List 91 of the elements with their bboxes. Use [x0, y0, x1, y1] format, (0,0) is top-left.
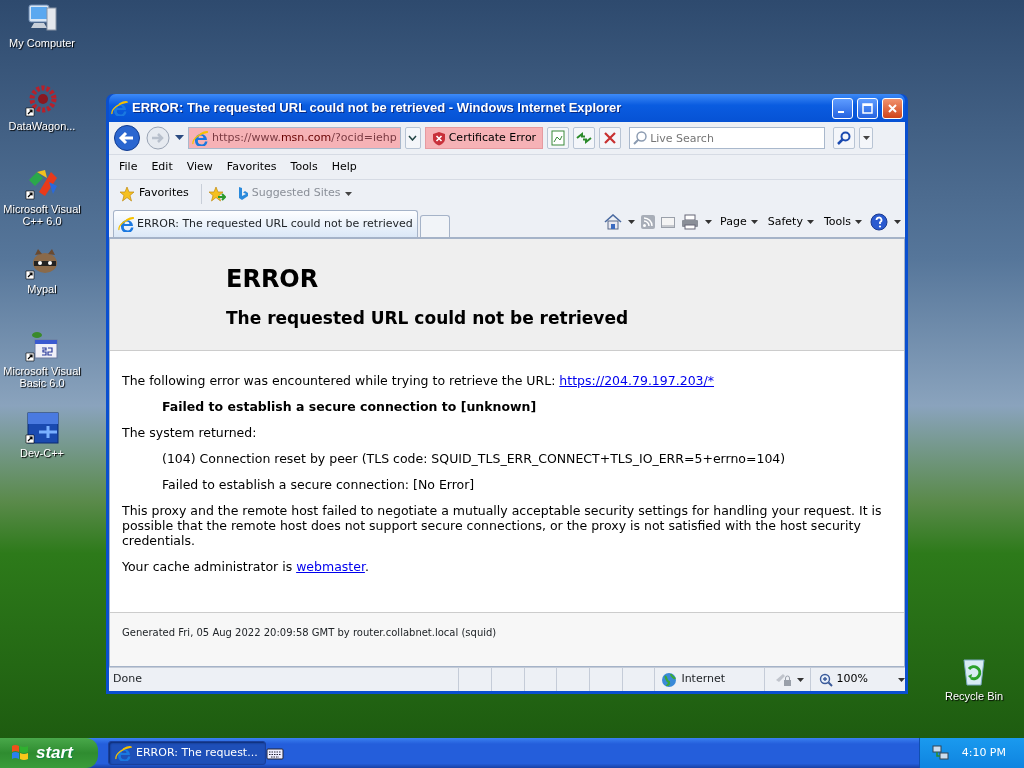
- page-picture-icon: [550, 130, 567, 146]
- desktop-icon-label[interactable]: Microsoft Visual C++ 6.0: [0, 203, 84, 227]
- close-button[interactable]: [882, 97, 903, 119]
- dropdown-caret-icon[interactable]: [175, 135, 184, 141]
- maximize-button[interactable]: [857, 97, 878, 119]
- error-detail: (104) Connection reset by peer (TLS code: SQUID_TLS_ERR_CONNECT+TLS_IO_ERR=5+errno=104): [162, 451, 787, 467]
- taskbar-window-button[interactable]: ERROR: The request...: [108, 741, 266, 765]
- certificate-error-button[interactable]: Certificate Error: [424, 127, 544, 149]
- search-button[interactable]: [833, 127, 856, 149]
- raccoon-icon[interactable]: [25, 248, 59, 280]
- error-detail: Failed to establish a secure connection: [No Error]: [162, 477, 476, 493]
- command-menu-button[interactable]: Tools: [821, 212, 864, 232]
- desktop-icon-label[interactable]: My Computer: [9, 37, 75, 49]
- dropdown-caret-icon: [862, 136, 870, 140]
- dropdown-caret-icon[interactable]: [796, 677, 804, 682]
- colored-blocks-icon[interactable]: [25, 168, 59, 200]
- refresh-button[interactable]: [573, 127, 596, 149]
- favorites-button[interactable]: Favorites: [113, 183, 195, 204]
- dev-logo-icon[interactable]: [25, 412, 59, 444]
- ie-page-icon: [192, 130, 208, 146]
- windows-flag-icon: [10, 743, 30, 763]
- menu-item[interactable]: Help: [325, 156, 363, 178]
- address-dropdown-button[interactable]: [404, 127, 421, 149]
- browser-tab[interactable]: ERROR: The requested URL could not be retrieved: [113, 210, 418, 237]
- start-button[interactable]: start: [0, 738, 98, 768]
- add-favorite-star-icon[interactable]: [207, 185, 226, 202]
- globe-icon: [661, 671, 678, 688]
- menu-item[interactable]: Edit: [145, 156, 179, 178]
- compatibility-view-button[interactable]: [547, 127, 570, 149]
- paragraph: This proxy and the remote host failed to negotiate a mutually acceptable security settings for handling your request. It is possible that the remote host does not support secure connections, or the proxy is not satisfied with the host security credentials.: [122, 503, 883, 549]
- search-icon: [633, 131, 648, 145]
- zoom-magnifier-icon: [818, 672, 833, 687]
- help-icon[interactable]: [870, 213, 888, 231]
- page-footer-text: Generated Fri, 05 Aug 2022 20:09:58 GMT by router.collabnet.local (squid): [110, 612, 904, 666]
- dropdown-caret-icon: [855, 220, 862, 224]
- maximize-icon: [862, 102, 873, 114]
- stop-button[interactable]: [599, 127, 622, 149]
- shield-x-icon: [431, 130, 446, 146]
- security-zone: Internet: [654, 668, 764, 691]
- dropdown-caret-icon: [806, 220, 814, 224]
- text-link[interactable]: https://204.79.197.203/*: [559, 373, 714, 389]
- back-button-icon[interactable]: [113, 124, 141, 152]
- status-text: Done: [112, 671, 143, 688]
- ie-logo-icon: [115, 745, 132, 761]
- clock: 4:10 PM: [961, 744, 1006, 761]
- chevron-down-icon: [408, 135, 418, 141]
- search-field[interactable]: Live Search: [629, 127, 826, 149]
- dropdown-caret-icon[interactable]: [898, 677, 905, 682]
- zoom-level-button[interactable]: 100%: [809, 668, 870, 691]
- window-title: ERROR: The requested URL could not be retrieved - Windows Internet Explorer: [132, 99, 623, 118]
- page-subheading: The requested URL could not be retrieved: [226, 307, 630, 329]
- keyboard-icon[interactable]: [266, 746, 284, 760]
- stop-x-icon: [602, 130, 619, 146]
- network-computers-icon[interactable]: [931, 745, 950, 761]
- address-field[interactable]: https://www.msn.com/?ocid=iehp: [188, 127, 401, 149]
- computer-icon[interactable]: [25, 2, 59, 34]
- gear-icon[interactable]: [25, 85, 59, 117]
- desktop-icon-label[interactable]: Mypal: [27, 283, 57, 295]
- dropdown-caret-icon: [750, 220, 758, 224]
- close-icon: [887, 102, 898, 114]
- text-link[interactable]: webmaster: [296, 559, 365, 575]
- dropdown-caret-icon[interactable]: [894, 220, 901, 224]
- desktop-icon-label[interactable]: Recycle Bin: [944, 690, 1004, 702]
- menu-item[interactable]: View: [180, 156, 219, 178]
- paragraph: Your cache administrator is webmaster.: [122, 559, 370, 575]
- dropdown-caret-icon[interactable]: [705, 220, 713, 224]
- paragraph: The following error was encountered while trying to retrieve the URL: https://204.79.197.203/*: [122, 373, 715, 389]
- ie-page-icon: [118, 216, 134, 232]
- address-url[interactable]: https://www.msn.com/?ocid=iehp: [212, 129, 397, 147]
- desktop-icon-label[interactable]: DataWagon...: [8, 120, 76, 132]
- star-icon: [119, 185, 135, 202]
- error-message: Failed to establish a secure connection to [unknown]: [162, 399, 538, 415]
- menu-item[interactable]: Tools: [284, 156, 324, 178]
- printer-icon[interactable]: [681, 214, 700, 230]
- minimize-icon: [837, 110, 844, 113]
- home-icon[interactable]: [604, 214, 623, 230]
- ie-logo-icon: [111, 100, 128, 116]
- paragraph: The system returned:: [122, 425, 258, 441]
- command-menu-button[interactable]: Page: [718, 212, 760, 232]
- minimize-button[interactable]: [832, 97, 853, 119]
- b-logo-icon: [237, 186, 248, 201]
- search-options-button[interactable]: [859, 127, 874, 149]
- menu-item[interactable]: File: [113, 156, 144, 178]
- menu-item[interactable]: Favorites: [220, 156, 283, 178]
- command-menu-button[interactable]: Safety: [765, 212, 816, 232]
- page-heading: ERROR: [226, 265, 320, 294]
- window-leaf-icon[interactable]: [25, 330, 59, 362]
- dropdown-caret-icon[interactable]: [628, 220, 636, 224]
- refresh-arrows-icon: [576, 130, 593, 146]
- search-icon: [837, 131, 852, 145]
- dropdown-caret-icon: [344, 191, 352, 196]
